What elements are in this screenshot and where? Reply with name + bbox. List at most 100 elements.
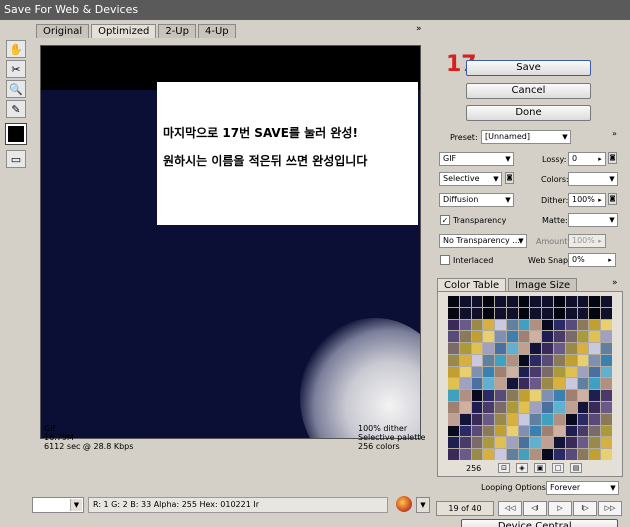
color-swatch[interactable]: [506, 296, 518, 307]
color-swatch[interactable]: [518, 425, 530, 437]
color-swatch[interactable]: [459, 296, 471, 307]
device-central-button[interactable]: Device Central...: [461, 519, 618, 527]
settings-menu-icon[interactable]: »: [612, 129, 617, 138]
color-swatch[interactable]: [483, 437, 495, 449]
image-preview[interactable]: 마지막으로 17번 SAVE를 눌러 완성! 원하시는 이름을 적은뒤 쓰면 완…: [40, 45, 421, 439]
done-button[interactable]: Done: [466, 105, 591, 121]
color-swatch[interactable]: [483, 413, 495, 425]
color-swatch[interactable]: [459, 343, 471, 354]
color-swatch[interactable]: [448, 413, 459, 425]
color-swatch[interactable]: [554, 425, 565, 437]
color-swatch[interactable]: [459, 390, 471, 402]
amount-input[interactable]: 100% ▸: [568, 234, 606, 248]
color-swatch[interactable]: [554, 307, 565, 319]
color-swatch[interactable]: [483, 425, 495, 437]
color-swatch[interactable]: [471, 402, 483, 413]
next-frame-button[interactable]: I▷: [573, 501, 597, 516]
color-swatch[interactable]: [554, 449, 565, 460]
color-swatch[interactable]: [554, 331, 565, 343]
color-swatch[interactable]: [495, 402, 506, 413]
color-swatch[interactable]: [518, 343, 530, 354]
color-swatch[interactable]: [589, 319, 601, 331]
color-swatch[interactable]: [542, 307, 554, 319]
color-swatch[interactable]: [577, 319, 589, 331]
hand-tool[interactable]: ✋: [6, 40, 26, 58]
play-button[interactable]: ▷: [548, 501, 572, 516]
color-swatch[interactable]: [483, 402, 495, 413]
color-swatch[interactable]: [459, 413, 471, 425]
new-color-icon[interactable]: □: [552, 463, 564, 473]
color-swatch[interactable]: [577, 296, 589, 307]
color-swatch[interactable]: [565, 449, 577, 460]
color-swatch[interactable]: [565, 354, 577, 366]
color-swatch[interactable]: [530, 390, 542, 402]
color-swatch[interactable]: [577, 449, 589, 460]
previous-frame-button[interactable]: ◁I: [523, 501, 547, 516]
color-swatch[interactable]: [506, 425, 518, 437]
color-swatch[interactable]: [577, 343, 589, 354]
color-reduction-select[interactable]: Selective ▼: [439, 172, 502, 186]
color-swatch[interactable]: [542, 343, 554, 354]
looping-options-select[interactable]: Forever ▼: [546, 481, 619, 495]
color-swatch[interactable]: [459, 366, 471, 378]
color-swatch[interactable]: [542, 378, 554, 390]
color-swatch[interactable]: [565, 390, 577, 402]
color-swatch[interactable]: [601, 296, 612, 307]
color-swatch[interactable]: [483, 319, 495, 331]
panel-menu-icon[interactable]: »: [416, 24, 422, 34]
color-swatch[interactable]: [577, 425, 589, 437]
color-swatch[interactable]: [459, 425, 471, 437]
color-swatch[interactable]: [448, 425, 459, 437]
color-swatch[interactable]: [518, 413, 530, 425]
color-swatch[interactable]: [518, 296, 530, 307]
color-swatch[interactable]: [495, 378, 506, 390]
color-swatch[interactable]: [542, 296, 554, 307]
format-select[interactable]: GIF ▼: [439, 152, 514, 166]
color-swatch[interactable]: [495, 437, 506, 449]
tab-optimized[interactable]: Optimized: [91, 24, 157, 38]
dither-algorithm-select[interactable]: Diffusion ▼: [439, 193, 514, 207]
color-swatch[interactable]: [577, 307, 589, 319]
color-swatch[interactable]: [554, 319, 565, 331]
color-swatch[interactable]: [565, 425, 577, 437]
map-color-icon[interactable]: ⊡: [498, 463, 510, 473]
color-swatch[interactable]: [483, 449, 495, 460]
color-swatch[interactable]: [483, 343, 495, 354]
tab-2-up[interactable]: 2-Up: [158, 24, 196, 38]
color-swatch[interactable]: [530, 413, 542, 425]
color-swatch[interactable]: [601, 331, 612, 343]
color-swatch[interactable]: [577, 354, 589, 366]
color-swatch[interactable]: [483, 296, 495, 307]
color-swatch[interactable]: [589, 390, 601, 402]
color-swatch[interactable]: [554, 354, 565, 366]
color-swatch[interactable]: [448, 307, 459, 319]
color-swatch[interactable]: [542, 402, 554, 413]
color-swatch[interactable]: [471, 307, 483, 319]
color-swatch[interactable]: [530, 296, 542, 307]
color-swatch[interactable]: [554, 343, 565, 354]
color-swatch[interactable]: [448, 366, 459, 378]
color-swatch[interactable]: [459, 449, 471, 460]
color-swatch[interactable]: [530, 307, 542, 319]
color-swatch[interactable]: [518, 378, 530, 390]
color-swatch[interactable]: [459, 402, 471, 413]
lossy-optimize-button[interactable]: ◙: [608, 152, 617, 164]
trash-icon[interactable]: ▤: [570, 463, 582, 473]
browser-menu-button[interactable]: ▼: [416, 497, 430, 513]
color-swatch[interactable]: [459, 307, 471, 319]
color-swatch[interactable]: [471, 366, 483, 378]
tab-image-size[interactable]: Image Size: [508, 278, 578, 292]
color-swatch[interactable]: [471, 378, 483, 390]
color-swatch[interactable]: [542, 354, 554, 366]
color-swatch[interactable]: [530, 343, 542, 354]
zoom-tool[interactable]: 🔍: [6, 80, 26, 98]
color-swatch[interactable]: [565, 319, 577, 331]
cancel-button[interactable]: Cancel: [466, 83, 591, 99]
color-swatch[interactable]: [471, 425, 483, 437]
color-swatch[interactable]: [471, 343, 483, 354]
color-swatch[interactable]: [518, 437, 530, 449]
color-swatch[interactable]: [483, 354, 495, 366]
color-swatch[interactable]: [589, 449, 601, 460]
color-swatch[interactable]: [459, 354, 471, 366]
color-swatch[interactable]: [577, 402, 589, 413]
